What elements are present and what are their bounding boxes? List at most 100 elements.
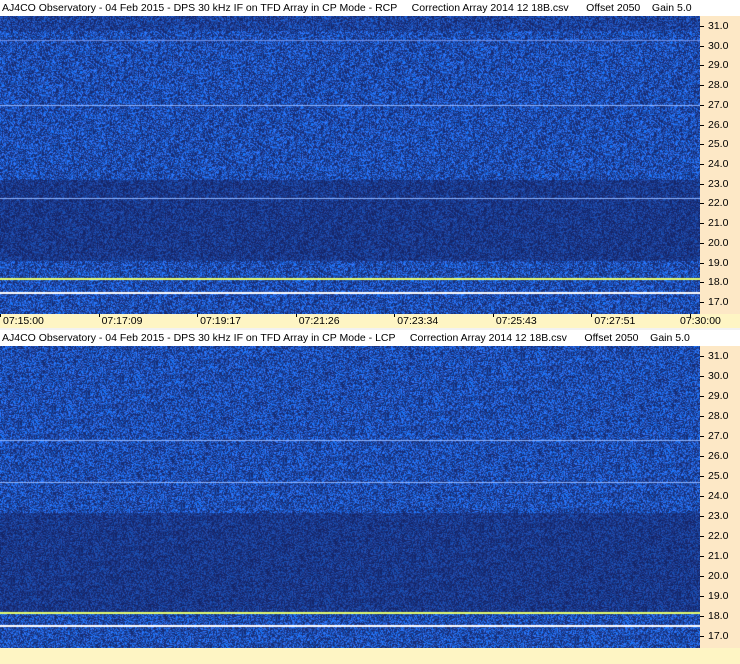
frequency-tick: 20.0 [700,570,740,582]
frequency-tick-label: 17.0 [708,296,729,309]
tick-mark [700,456,704,457]
frequency-tick: 29.0 [700,390,740,402]
frequency-tick-label: 19.0 [708,256,729,269]
frequency-tick: 22.0 [700,197,740,209]
frequency-tick-label: 29.0 [708,59,729,72]
frequency-tick: 26.0 [700,119,740,131]
time-tick-mark [394,314,396,317]
tick-mark [700,436,704,437]
frequency-tick: 19.0 [700,257,740,269]
frequency-tick-label: 20.0 [708,236,729,249]
frequency-tick: 19.0 [700,590,740,602]
frequency-tick: 29.0 [700,59,740,71]
tick-mark [700,104,704,106]
tick-mark [700,203,704,205]
frequency-tick-label: 20.0 [708,570,729,582]
frequency-tick: 27.0 [700,99,740,111]
tick-mark [700,476,704,477]
frequency-tick: 30.0 [700,370,740,382]
time-tick-mark [492,314,494,317]
time-tick-label: 07:19:17 [200,315,242,327]
lcp-panel: AJ4CO Observatory - 04 Feb 2015 - DPS 30… [0,330,740,648]
frequency-tick: 28.0 [700,79,740,91]
frequency-tick-label: 26.0 [708,450,729,462]
frequency-tick-label: 21.0 [708,550,729,562]
frequency-tick-label: 21.0 [708,217,729,230]
tick-mark [700,496,704,497]
bottom-time-strip [0,648,740,664]
lcp-spectrogram[interactable] [0,346,700,648]
lcp-panel-title: AJ4CO Observatory - 04 Feb 2015 - DPS 30… [0,330,740,346]
frequency-tick: 24.0 [700,158,740,170]
time-tick-label: 07:23:34 [397,315,439,327]
time-tick-label: 07:25:43 [495,315,537,327]
tick-mark [700,356,704,357]
frequency-tick-label: 18.0 [708,610,729,622]
frequency-tick: 27.0 [700,430,740,442]
tick-mark [700,65,704,67]
tick-mark [700,416,704,417]
frequency-tick-label: 27.0 [708,98,729,111]
frequency-tick-label: 19.0 [708,590,729,602]
frequency-tick: 18.0 [700,610,740,622]
frequency-tick: 25.0 [700,470,740,482]
frequency-tick-label: 18.0 [708,276,729,289]
frequency-tick: 21.0 [700,550,740,562]
frequency-tick-label: 22.0 [708,530,729,542]
frequency-tick-label: 22.0 [708,197,729,210]
frequency-tick: 26.0 [700,450,740,462]
frequency-tick-label: 23.0 [708,510,729,522]
frequency-tick-label: 24.0 [708,490,729,502]
frequency-tick: 20.0 [700,237,740,249]
tick-mark [700,45,704,47]
frequency-tick: 28.0 [700,410,740,422]
frequency-tick-label: 28.0 [708,410,729,422]
tick-mark [700,183,704,185]
tick-mark [700,262,704,264]
frequency-tick-label: 24.0 [708,158,729,170]
frequency-tick-label: 25.0 [708,138,729,151]
tick-mark [700,144,704,146]
tick-mark [700,223,704,225]
frequency-tick: 22.0 [700,530,740,542]
tick-mark [700,302,704,304]
tick-mark [700,516,704,517]
time-tick-mark [295,314,297,317]
time-tick-label: 07:30:00 [680,315,721,327]
tick-mark [700,396,704,397]
time-tick-label: 07:17:09 [101,315,143,327]
rcp-panel-title: AJ4CO Observatory - 04 Feb 2015 - DPS 30… [0,0,740,16]
frequency-tick-label: 31.0 [708,350,729,362]
tick-mark [700,124,704,126]
tick-mark [700,576,704,577]
time-axis: 07:15:00 07:17:09 07:19:17 07:21:26 07:23:34… [0,314,740,328]
tick-mark [700,636,704,637]
frequency-tick-label: 30.0 [708,39,729,52]
time-tick-mark [0,314,1,317]
time-tick-label: 07:21:26 [298,315,340,327]
rcp-spectrogram[interactable] [0,16,700,314]
frequency-tick-label: 23.0 [708,177,729,190]
frequency-tick: 25.0 [700,138,740,150]
frequency-tick-label: 31.0 [708,19,729,32]
tick-mark [700,25,704,27]
tick-mark [700,282,704,284]
tick-mark [700,85,704,87]
frequency-tick: 18.0 [700,276,740,288]
time-tick-mark [197,314,199,317]
tick-mark [700,556,704,557]
time-tick-mark [591,314,593,317]
frequency-tick: 17.0 [700,296,740,308]
frequency-tick-label: 26.0 [708,118,729,131]
time-tick-label: 07:27:51 [594,315,636,327]
frequency-tick: 30.0 [700,40,740,52]
rcp-frequency-axis: 31.0 30.0 29.0 28.0 27.0 26.0 25.0 24.0 23.0 22.0… [700,16,740,314]
frequency-tick: 31.0 [700,350,740,362]
frequency-tick: 23.0 [700,178,740,190]
frequency-tick: 17.0 [700,630,740,642]
frequency-tick-label: 25.0 [708,470,729,482]
tick-mark [700,616,704,617]
frequency-tick-label: 28.0 [708,79,729,92]
tick-mark [700,536,704,537]
time-tick-mark [690,314,691,317]
